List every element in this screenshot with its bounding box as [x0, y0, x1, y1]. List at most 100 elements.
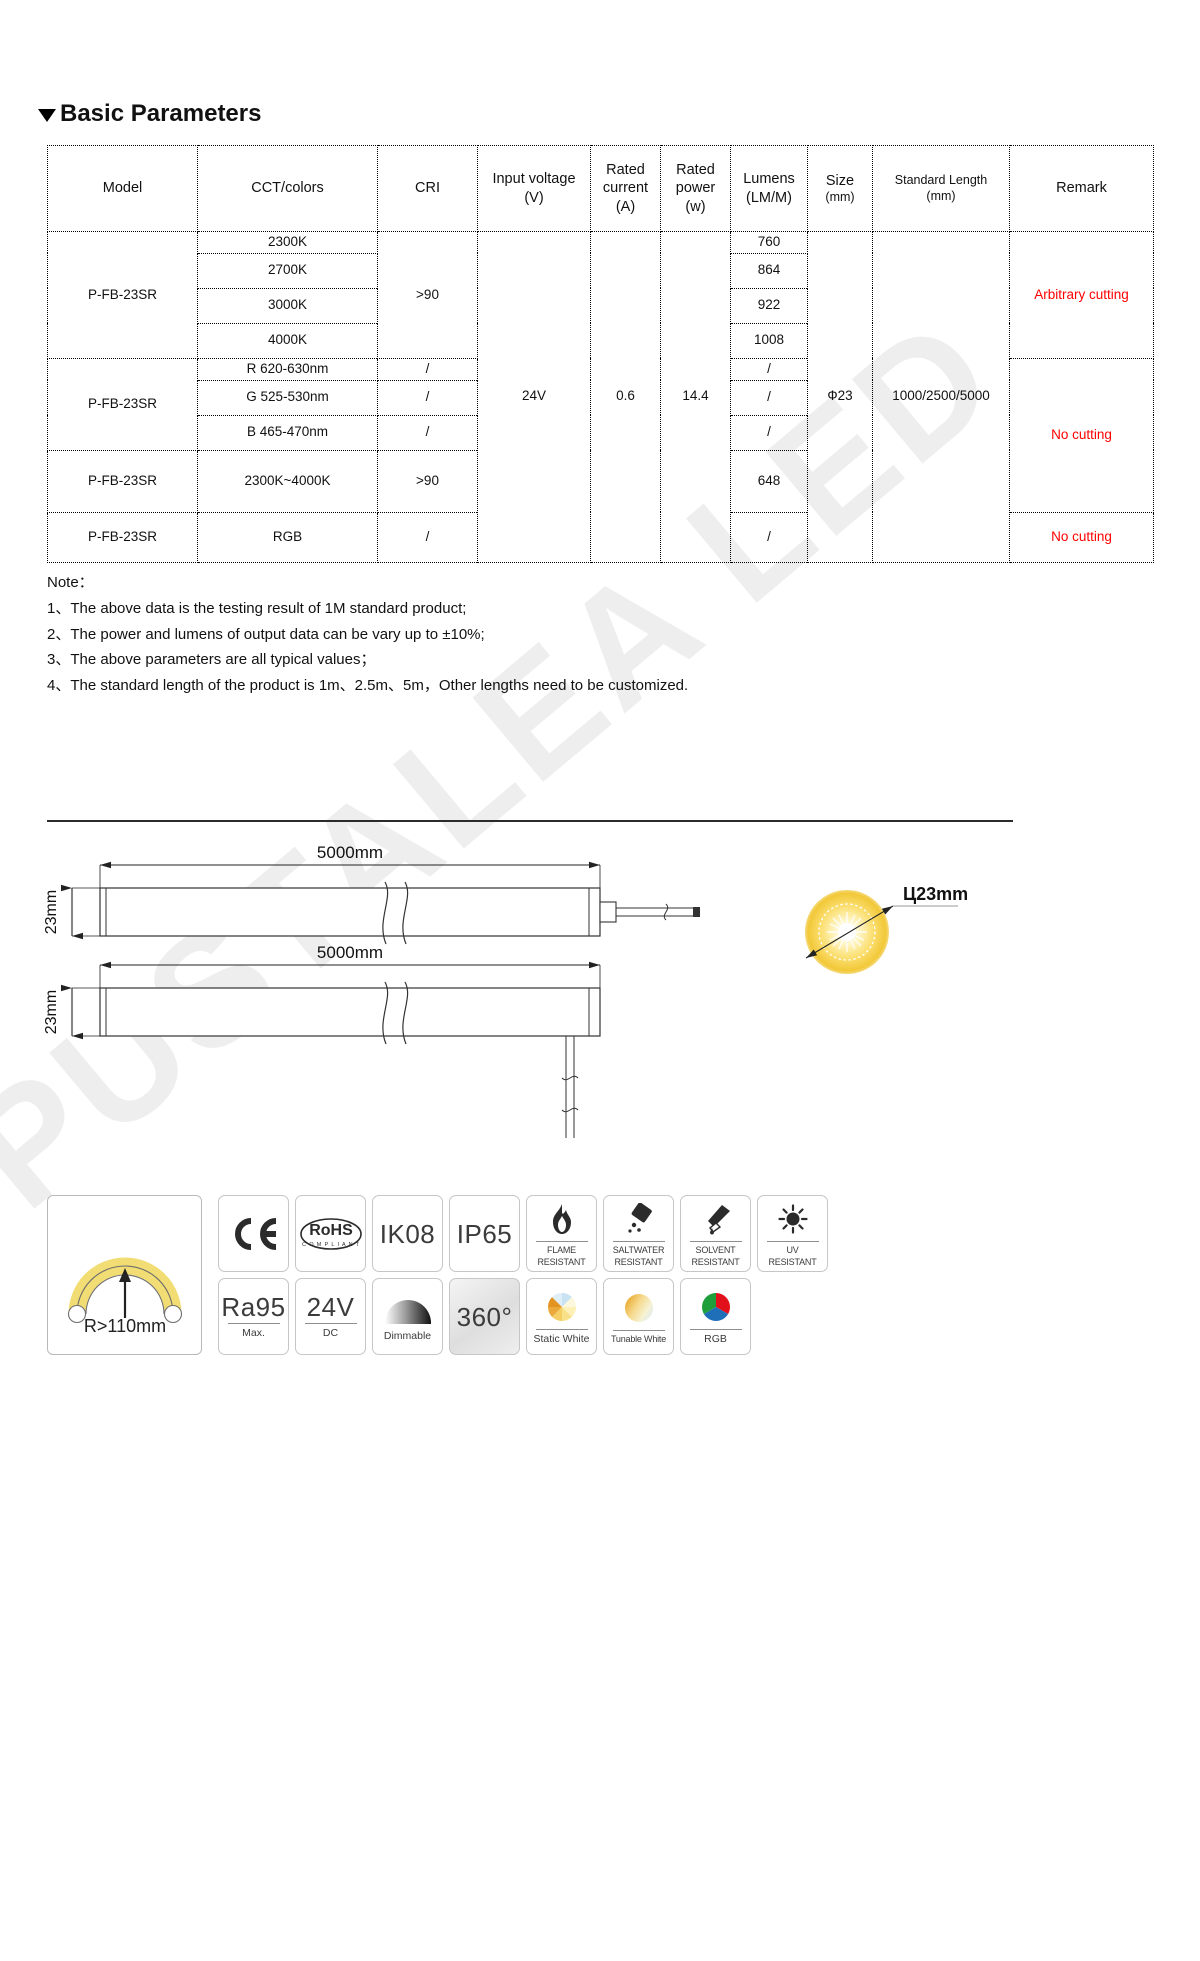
cell-remark: Arbitrary cutting	[1009, 231, 1154, 359]
dropper-icon	[700, 1200, 732, 1238]
ce-mark-icon	[234, 1217, 276, 1250]
rohs-compliant-text: C O M P L I A N T	[302, 1242, 360, 1248]
divider-line	[535, 1240, 588, 1242]
badge-grid: RoHS C O M P L I A N T IK08 IP65 FLAME R…	[218, 1195, 828, 1355]
triangle-down-icon[interactable]	[38, 108, 56, 122]
section-heading: Basic Parameters	[38, 100, 261, 128]
cell-input-voltage: 24V	[477, 231, 591, 563]
bend-radius-box: R>110mm	[47, 1195, 202, 1355]
cell-lumens: 1008	[730, 322, 808, 359]
flame-label-1: FLAME	[546, 1244, 576, 1255]
cell-cct: 2300K~4000K	[197, 449, 378, 513]
cell-lumens: 864	[730, 252, 808, 289]
voltage-badge[interactable]: 24V DC	[295, 1278, 366, 1355]
beam-angle-badge[interactable]: 360°	[449, 1278, 520, 1355]
cell-cct: 4000K	[197, 322, 378, 359]
cell-cri: >90	[377, 449, 478, 513]
drawing-bottom-view: 5000mm 23mm	[43, 943, 601, 1138]
note-line-2: 2、The power and lumens of output data ca…	[47, 625, 485, 643]
top-height-label: 23mm	[43, 890, 60, 934]
divider-line	[612, 1329, 665, 1331]
solvent-label-2: RESISTANT	[691, 1256, 740, 1267]
ce-badge[interactable]	[218, 1195, 289, 1272]
ip65-badge[interactable]: IP65	[449, 1195, 520, 1272]
dimmable-badge[interactable]: Dimmable	[372, 1278, 443, 1355]
table-header-row: Model CCT/colors CRI Input voltage (V) R…	[47, 145, 1154, 232]
feature-badges: R>110mm RoHS C O M P L I A N T IK08 IP65…	[47, 1195, 828, 1355]
dimmable-label: Dimmable	[383, 1329, 432, 1342]
badge-row-1: RoHS C O M P L I A N T IK08 IP65 FLAME R…	[218, 1195, 828, 1272]
uv-label-2: RESISTANT	[768, 1256, 817, 1267]
table-header: Model CCT/colors CRI Input voltage (V) R…	[47, 145, 1154, 232]
cell-model: P-FB-23SR	[47, 449, 198, 513]
note-title: Note：	[47, 574, 94, 591]
cell-lumens: /	[730, 357, 808, 381]
static-white-badge[interactable]: Static White	[526, 1278, 597, 1355]
cell-cri: >90	[377, 231, 478, 359]
cell-model: P-FB-23SR	[47, 231, 198, 359]
cell-lumens: /	[730, 414, 808, 451]
ip65-label: IP65	[456, 1218, 513, 1249]
rgb-pie-icon	[698, 1288, 734, 1326]
ik08-badge[interactable]: IK08	[372, 1195, 443, 1272]
divider-line	[612, 1240, 665, 1242]
cell-cct: 2700K	[197, 252, 378, 289]
top-length-label: 5000mm	[317, 843, 383, 862]
rgb-badge[interactable]: RGB	[680, 1278, 751, 1355]
rohs-mark-icon: RoHS C O M P L I A N T	[299, 1217, 362, 1250]
drawing-cross-section: Ц23mm	[805, 884, 968, 974]
tunable-white-badge[interactable]: Tunable White	[603, 1278, 674, 1355]
column-header-input-voltage: Input voltage (V)	[477, 145, 591, 232]
column-header-model: Model	[47, 145, 198, 232]
note-block: Note： 1、The above data is the testing re…	[47, 570, 688, 699]
cell-lumens: 648	[730, 449, 808, 513]
cell-cct: G 525-530nm	[197, 379, 378, 416]
cell-cri: /	[377, 379, 478, 416]
flame-label-2: RESISTANT	[537, 1256, 586, 1267]
tunable-white-label: Tunable White	[610, 1333, 667, 1344]
color-wheel-icon	[544, 1288, 580, 1326]
static-white-label: Static White	[533, 1332, 590, 1345]
column-header-rated-current: Rated current (A)	[590, 145, 661, 232]
solvent-resistant-badge[interactable]: SOLVENT RESISTANT	[680, 1195, 751, 1272]
cell-standard-length: 1000/2500/5000	[872, 231, 1010, 563]
ra95-sub: Max.	[242, 1326, 265, 1339]
uv-label-1: UV	[786, 1244, 799, 1255]
divider-line	[766, 1240, 819, 1242]
flame-resistant-badge[interactable]: FLAME RESISTANT	[526, 1195, 597, 1272]
cell-rated-power: 14.4	[660, 231, 731, 563]
column-header-cct: CCT/colors	[197, 145, 378, 232]
saltwater-label-1: SALTWATER	[612, 1244, 665, 1255]
cell-remark: No cutting	[1009, 357, 1154, 513]
cell-cct: RGB	[197, 511, 378, 563]
bottom-height-label: 23mm	[43, 990, 60, 1034]
rgb-label: RGB	[704, 1332, 727, 1345]
sun-icon	[777, 1200, 808, 1238]
page-title: Basic Parameters	[60, 100, 262, 127]
flame-icon	[547, 1200, 577, 1238]
column-header-rated-power: Rated power (w)	[660, 145, 731, 232]
drawing-top-view: 5000mm 23mm	[43, 843, 700, 945]
gradient-circle-icon	[621, 1289, 657, 1327]
divider-line	[689, 1240, 742, 1242]
cell-lumens: /	[730, 511, 808, 563]
cell-lumens: /	[730, 379, 808, 416]
column-header-lumens: Lumens (LM/M)	[730, 145, 808, 232]
ik08-label: IK08	[379, 1218, 436, 1249]
badge-row-2: Ra95 Max. 24V DC Dimmable 360° Static Wh…	[218, 1278, 828, 1355]
cell-model: P-FB-23SR	[47, 511, 198, 563]
uv-resistant-badge[interactable]: UV RESISTANT	[757, 1195, 828, 1272]
note-line-4: 4、The standard length of the product is …	[47, 677, 689, 695]
ra95-badge[interactable]: Ra95 Max.	[218, 1278, 289, 1355]
rohs-badge[interactable]: RoHS C O M P L I A N T	[295, 1195, 366, 1272]
cell-lumens: 922	[730, 287, 808, 324]
column-header-size: Size (mm)	[807, 145, 873, 232]
saltwater-resistant-badge[interactable]: SALTWATER RESISTANT	[603, 1195, 674, 1272]
cell-cct: 3000K	[197, 287, 378, 324]
voltage-sub: DC	[322, 1326, 339, 1339]
table-row: P-FB-23SR 2300K >90 24V 0.6 14.4 760 Ф23…	[47, 231, 1154, 563]
cell-model: P-FB-23SR	[47, 357, 198, 451]
bend-radius-label: R>110mm	[83, 1316, 165, 1336]
note-line-1: 1、The above data is the testing result o…	[47, 599, 467, 617]
cell-cct: 2300K	[197, 231, 378, 254]
